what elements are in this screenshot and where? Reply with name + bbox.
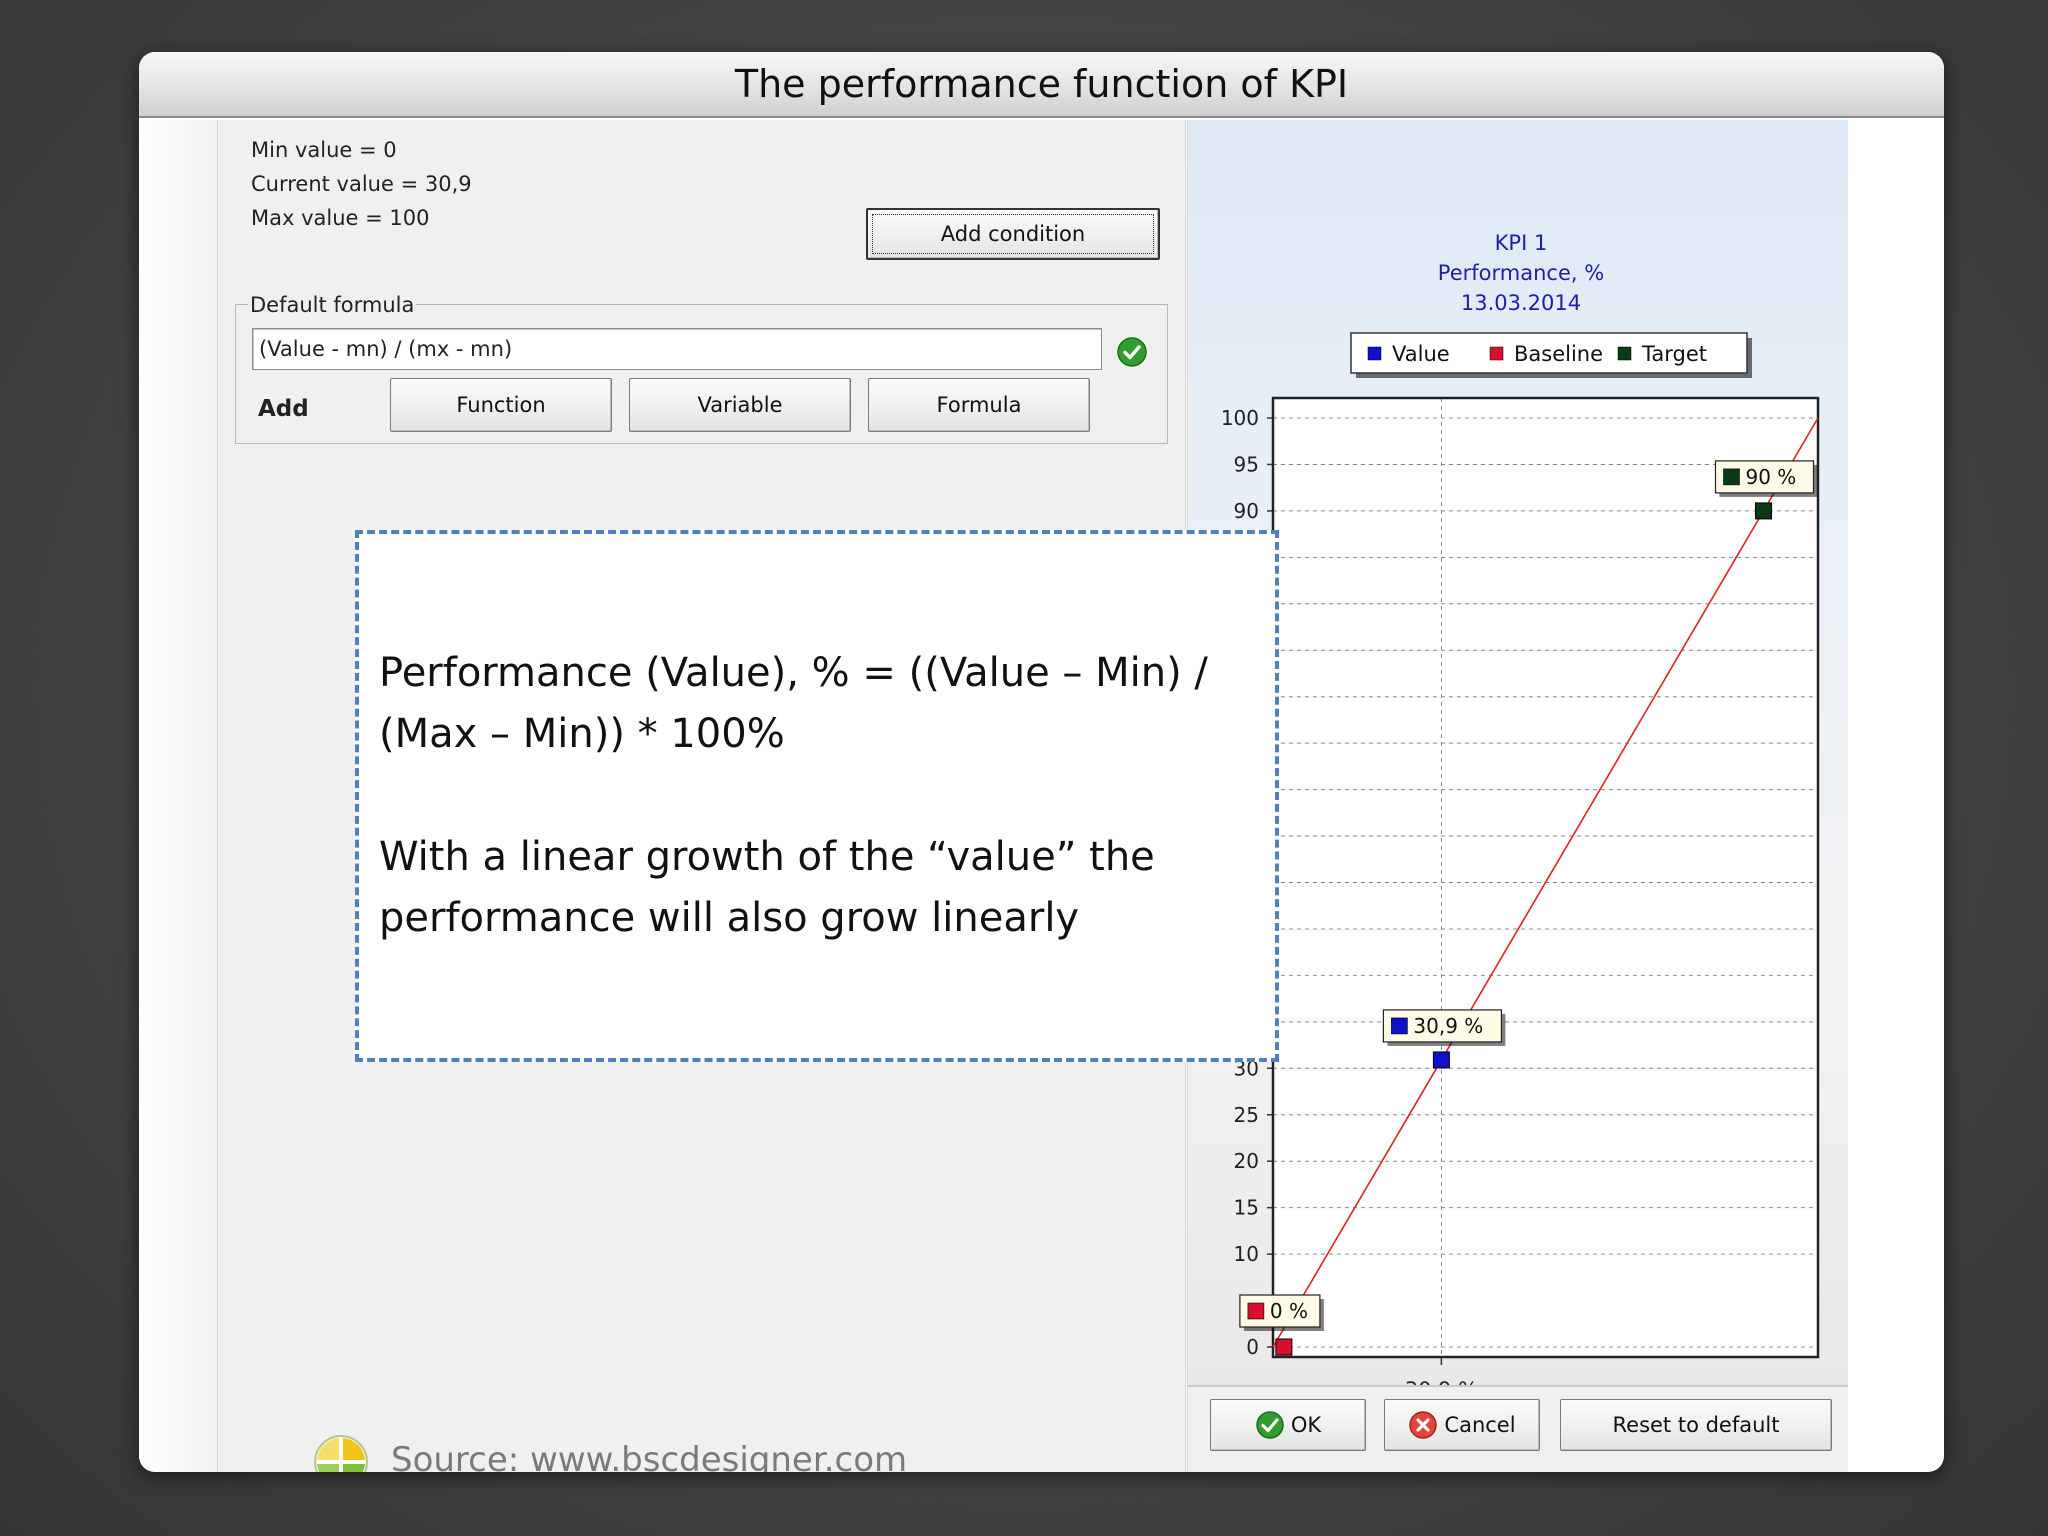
add-condition-label: Add condition [940,222,1086,246]
data-label-swatch [1391,1017,1408,1035]
data-label-text: 0 % [1270,1299,1308,1323]
dialog-button-bar: OK Cancel Reset to default [1188,1385,1848,1472]
add-label: Add [258,396,309,422]
formula-input[interactable]: (Value - mn) / (mx - mn) [252,328,1102,370]
ok-label: OK [1290,1413,1322,1437]
slide-title-bar: The performance function of KPI [139,52,1944,118]
formula-value: (Value - mn) / (mx - mn) [259,337,513,361]
bsc-designer-logo-icon [314,1435,368,1472]
plot-area [1273,398,1818,1357]
reset-to-default-button[interactable]: Reset to default [1560,1399,1832,1451]
data-label-swatch [1247,1302,1265,1320]
ok-button[interactable]: OK [1210,1399,1366,1451]
check-icon [1117,337,1147,367]
add-variable-button[interactable]: Variable [629,378,851,432]
chart-panel: KPI 1 Performance, % 13.03.2014 Value Baseli… [1188,120,1848,1402]
cancel-button[interactable]: Cancel [1384,1399,1540,1451]
legend-swatch-target [1617,346,1632,361]
function-label: Function [456,393,546,417]
ok-check-icon [1256,1411,1284,1439]
legend-swatch-baseline [1489,346,1504,361]
callout-line-3: With a linear growth of the “value” the [379,834,1155,880]
slide-title: The performance function of KPI [734,62,1349,106]
add-formula-button[interactable]: Formula [868,378,1090,432]
source-credit: Source: www.bscdesigner.com [391,1440,908,1472]
marker-value [1432,1051,1450,1069]
marker-baseline [1275,1338,1293,1356]
y-tick-label: 10 [1234,1242,1259,1266]
cancel-label: Cancel [1444,1413,1516,1437]
chart-title-line: KPI 1 [1495,231,1548,255]
chart-title-line: Performance, % [1438,261,1604,285]
callout-spacer [379,765,1255,827]
data-label-swatch [1723,468,1740,486]
left-margin [139,120,217,1472]
callout-line-4: performance will also grow linearly [379,895,1080,941]
formula-explanation-callout: Performance (Value), % = ((Value – Min) … [355,530,1279,1062]
data-label-value: 30,9 % [1382,1009,1506,1046]
y-tick-label: 100 [1221,406,1259,430]
legend-swatch-value [1367,346,1382,361]
y-tick-label: 95 [1234,452,1259,476]
cancel-x-icon [1409,1411,1438,1439]
data-label-target: 90 % [1714,460,1818,497]
x-tick-label: 30,9 % [1405,1378,1478,1385]
data-label-text: 90 % [1746,465,1797,489]
y-tick-label: 0 [1246,1335,1259,1359]
y-tick-label: 25 [1234,1103,1259,1127]
chart-title-line: 13.03.2014 [1461,291,1581,315]
add-function-button[interactable]: Function [390,378,612,432]
variable-label: Variable [697,393,783,417]
performance-chart: KPI 1 Performance, % 13.03.2014 Value Baseli… [1221,231,1820,1402]
slide-card: The performance function of KPI Min valu… [139,52,1944,1472]
default-formula-legend: Default formula [248,293,417,317]
chart-legend: Value Baseline Target [1350,332,1752,378]
y-tick-label: 20 [1234,1149,1259,1173]
max-value-text: Max value = 100 [251,206,430,230]
data-label-baseline: 0 % [1239,1294,1324,1331]
add-condition-button[interactable]: Add condition [866,208,1160,260]
callout-line-2: (Max – Min)) * 100% [379,711,785,757]
y-tick-label: 90 [1234,499,1259,523]
formula-label: Formula [936,393,1022,417]
callout-line-1: Performance (Value), % = ((Value – Min) … [379,650,1208,696]
marker-target [1755,502,1772,520]
legend-label-value: Value [1392,342,1450,366]
y-tick-label: 15 [1234,1196,1259,1220]
min-value-text: Min value = 0 [251,138,397,162]
data-label-text: 30,9 % [1413,1014,1483,1038]
legend-label-target: Target [1641,342,1707,366]
legend-label-baseline: Baseline [1514,342,1603,366]
current-value-text: Current value = 30,9 [251,172,472,196]
reset-label: Reset to default [1612,1413,1780,1437]
